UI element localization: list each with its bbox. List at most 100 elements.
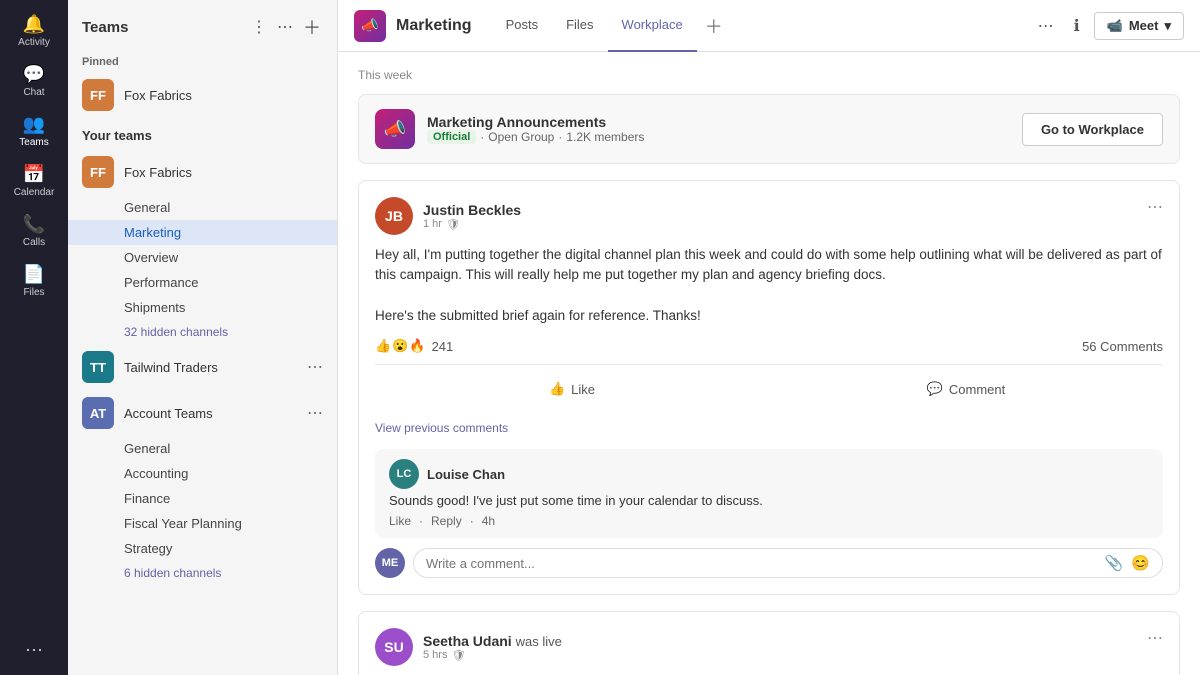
channel-header: 📣 Marketing Posts Files Workplace ＋ ⋯ ℹ … <box>338 0 1200 52</box>
nav-activity-label: Activity <box>18 37 50 48</box>
hidden-channels-fox[interactable]: 32 hidden channels <box>68 320 337 344</box>
avatar-fox-fabrics: FF <box>82 156 114 188</box>
announcement-icon: 📣 <box>375 109 415 149</box>
post-avatar-su: SU <box>375 628 413 666</box>
comments-count-1: 56 Comments <box>1082 339 1163 354</box>
files-icon: 📄 <box>23 264 45 285</box>
nav-more[interactable]: ⋯ <box>21 634 47 667</box>
like-button-1[interactable]: 👍 Like <box>375 375 769 403</box>
tailwind-traders-row: Tailwind Traders ⋯ <box>124 357 323 377</box>
tab-files[interactable]: Files <box>552 0 607 52</box>
channel-accounting[interactable]: Accounting <box>68 461 337 486</box>
tab-add-icon[interactable]: ＋ <box>697 0 731 52</box>
nav-teams-label: Teams <box>19 137 48 148</box>
comment-block-1: LC Louise Chan Sounds good! I've just pu… <box>375 449 1163 538</box>
comment-input[interactable] <box>426 556 1105 571</box>
thumbs-up-emoji: 👍 <box>375 338 391 354</box>
sidebar-item-fox-fabrics-pinned[interactable]: FF Fox Fabrics <box>68 72 337 118</box>
dot-separator: · <box>480 130 484 144</box>
emoji-icon[interactable]: 😊 <box>1131 554 1150 572</box>
post-options-icon-2[interactable]: ⋯ <box>1147 628 1163 648</box>
add-team-icon[interactable]: ＋ <box>301 12 323 42</box>
post-actions-1: 👍 Like 💬 Comment <box>375 375 1163 403</box>
ellipsis-icon[interactable]: ⋯ <box>275 15 295 39</box>
channel-marketing[interactable]: Marketing <box>68 220 337 245</box>
nav-files[interactable]: 📄 Files <box>0 258 68 304</box>
hidden-channels-account[interactable]: 6 hidden channels <box>68 561 337 585</box>
nav-calls[interactable]: 📞 Calls <box>0 208 68 254</box>
like-icon-1: 👍 <box>549 381 565 397</box>
comment-reply-1[interactable]: Reply <box>431 514 462 528</box>
more-options-icon[interactable]: ⋯ <box>1032 12 1060 40</box>
nav-calendar[interactable]: 📅 Calendar <box>0 158 68 204</box>
activity-icon: 🔔 <box>23 14 45 35</box>
reaction-count-1: 241 <box>432 339 454 354</box>
view-previous-comments[interactable]: View previous comments <box>375 417 1163 439</box>
comment-actions-1: Like · Reply · 4h <box>389 514 1149 528</box>
announcement-name: Marketing Announcements <box>427 114 644 130</box>
post-time-1: 1 hr <box>423 218 442 230</box>
channel-shipments[interactable]: Shipments <box>68 295 337 320</box>
comment-input-icons: 📎 😊 <box>1105 554 1150 572</box>
meet-dropdown-icon: ▾ <box>1164 18 1171 34</box>
author-name-2: Seetha Udani was live <box>423 633 562 649</box>
channel-strategy[interactable]: Strategy <box>68 536 337 561</box>
separator-dot-2: · <box>470 514 474 528</box>
verified-icon-1: 🛡 <box>446 218 460 231</box>
tailwind-more-icon[interactable]: ⋯ <box>307 357 323 377</box>
fox-fabrics-row: Fox Fabrics <box>124 165 323 180</box>
channel-performance[interactable]: Performance <box>68 270 337 295</box>
announcement-meta: Official · Open Group · 1.2K members <box>427 130 644 144</box>
post-card-1: JB Justin Beckles 1 hr 🛡 ⋯ Hey all, I'm … <box>358 180 1180 595</box>
header-actions: ⋯ ℹ 📹 Meet ▾ <box>1032 12 1184 40</box>
channel-fiscal-year[interactable]: Fiscal Year Planning <box>68 511 337 536</box>
more-icon: ⋯ <box>25 640 43 661</box>
channel-at-general[interactable]: General <box>68 436 337 461</box>
content-area: This week 📣 Marketing Announcements Offi… <box>338 52 1200 675</box>
reaction-emojis-1[interactable]: 👍 😮 🔥 <box>375 338 426 354</box>
dot-separator-2: · <box>558 130 562 144</box>
post-author-info-1: JB Justin Beckles 1 hr 🛡 <box>375 197 521 235</box>
sidebar-item-fox-fabrics[interactable]: FF Fox Fabrics <box>68 149 337 195</box>
week-label: This week <box>358 52 1180 94</box>
filter-icon[interactable]: ⋮ <box>249 15 269 39</box>
like-label-1: Like <box>571 382 595 397</box>
comment-button-1[interactable]: 💬 Comment <box>769 375 1163 403</box>
channel-overview[interactable]: Overview <box>68 245 337 270</box>
avatar-fox-fabrics-pinned: FF <box>82 79 114 111</box>
tab-workplace[interactable]: Workplace <box>608 0 697 52</box>
nav-teams[interactable]: 👥 Teams <box>0 108 68 154</box>
info-icon[interactable]: ℹ <box>1068 12 1086 40</box>
members-text: 1.2K members <box>566 130 644 144</box>
channel-general[interactable]: General <box>68 195 337 220</box>
comment-input-wrap: 📎 😊 <box>413 548 1163 578</box>
nav-activity[interactable]: 🔔 Activity <box>0 8 68 54</box>
sidebar-item-tailwind-traders[interactable]: TT Tailwind Traders ⋯ <box>68 344 337 390</box>
pinned-label: Pinned <box>68 50 337 72</box>
comment-input-avatar: ME <box>375 548 405 578</box>
attach-icon[interactable]: 📎 <box>1105 554 1124 572</box>
post-header-1: JB Justin Beckles 1 hr 🛡 ⋯ <box>375 197 1163 235</box>
left-nav: 🔔 Activity 💬 Chat 👥 Teams 📅 Calendar 📞 C… <box>0 0 68 675</box>
channel-tabs: Posts Files Workplace ＋ <box>492 0 1032 52</box>
channel-finance[interactable]: Finance <box>68 486 337 511</box>
tab-posts[interactable]: Posts <box>492 0 553 52</box>
separator-dot: · <box>419 514 423 528</box>
calendar-icon: 📅 <box>23 164 45 185</box>
chat-icon: 💬 <box>23 64 45 85</box>
comment-like-1[interactable]: Like <box>389 514 411 528</box>
post-options-icon-1[interactable]: ⋯ <box>1147 197 1163 217</box>
post-reactions-1: 👍 😮 🔥 241 56 Comments <box>375 338 1163 365</box>
official-badge: Official <box>427 130 476 144</box>
teams-icon: 👥 <box>23 114 45 135</box>
go-to-workplace-button[interactable]: Go to Workplace <box>1022 113 1163 146</box>
team-name-fox-fabrics-pinned: Fox Fabrics <box>124 88 192 103</box>
sidebar-item-account-teams[interactable]: AT Account Teams ⋯ <box>68 390 337 436</box>
post-avatar-jb: JB <box>375 197 413 235</box>
post-author-info-2: SU Seetha Udani was live 5 hrs 🛡 <box>375 628 562 666</box>
meet-button[interactable]: 📹 Meet ▾ <box>1094 12 1184 40</box>
announcement-left: 📣 Marketing Announcements Official · Ope… <box>375 109 644 149</box>
nav-chat[interactable]: 💬 Chat <box>0 58 68 104</box>
account-teams-more-icon[interactable]: ⋯ <box>307 403 323 423</box>
team-name-account-teams: Account Teams <box>124 406 213 421</box>
